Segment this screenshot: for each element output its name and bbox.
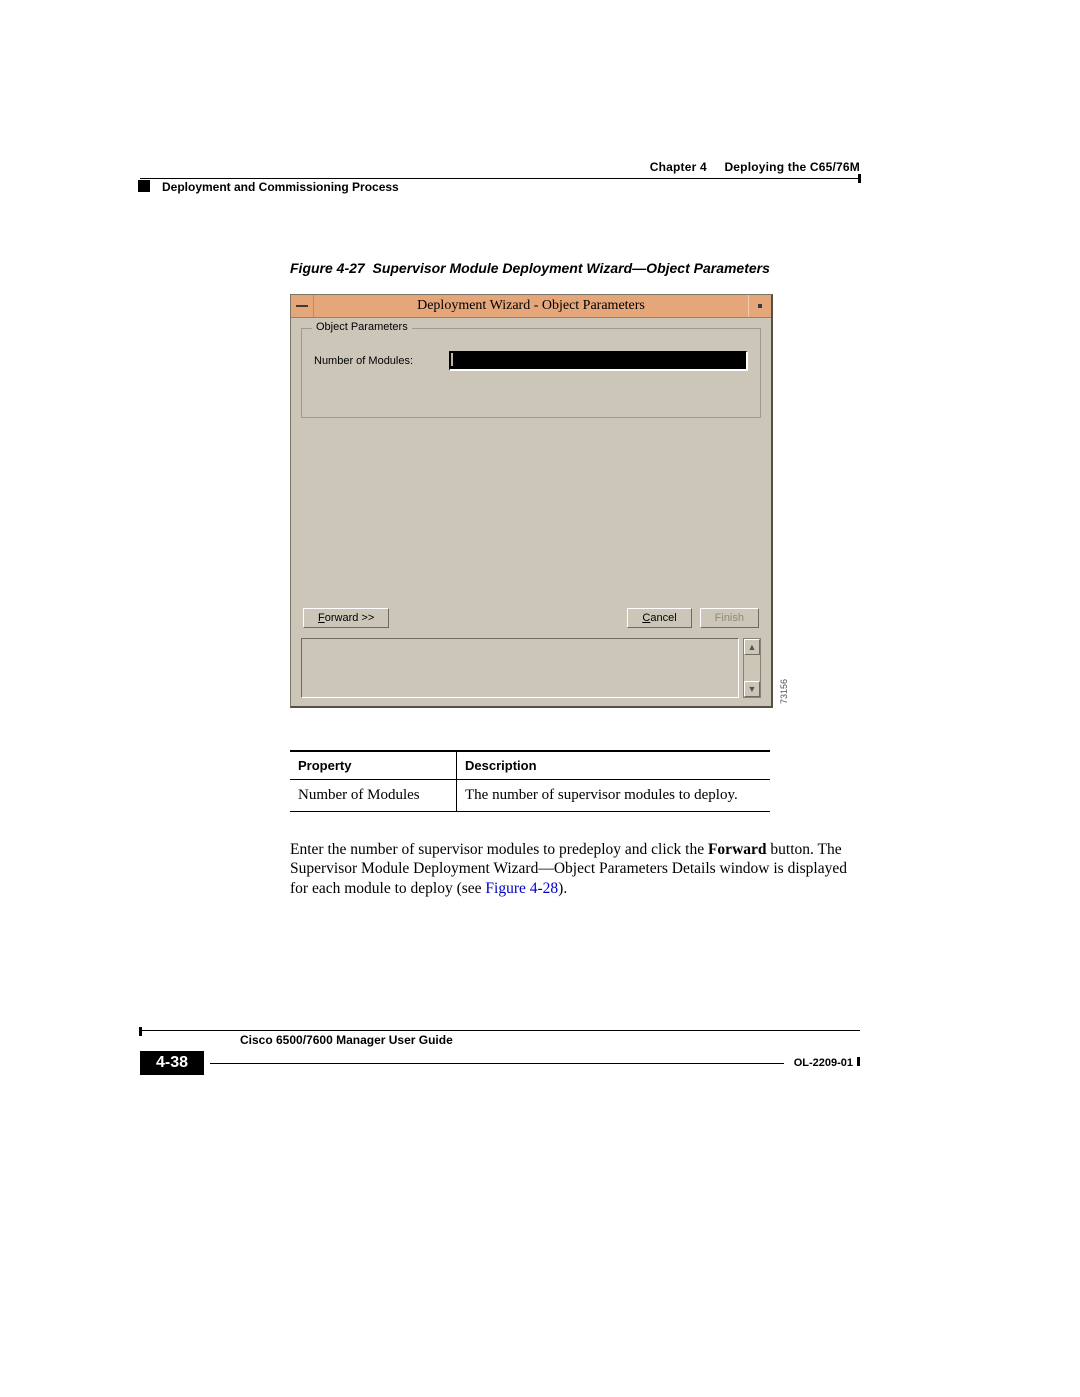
window-titlebar: Deployment Wizard - Object Parameters: [291, 295, 771, 318]
doc-id: OL-2209-01: [794, 1057, 853, 1069]
section-title: Deployment and Commissioning Process: [162, 180, 399, 194]
figure-link[interactable]: Figure 4-28: [485, 880, 558, 897]
modules-field-label: Number of Modules:: [314, 355, 449, 367]
forward-bold: Forward: [708, 841, 767, 858]
page-number-badge: 4-38: [140, 1051, 204, 1075]
figure-image-id: 73156: [779, 679, 789, 704]
header-marker-icon: [138, 180, 150, 192]
window-minimize-icon[interactable]: [748, 295, 771, 317]
object-parameters-group: Object Parameters Number of Modules:: [301, 328, 761, 418]
figure-label: Figure 4-27: [290, 260, 365, 276]
log-textarea: [301, 638, 739, 698]
figure-title: Supervisor Module Deployment Wizard—Obje…: [372, 260, 769, 276]
table-cell-description: The number of supervisor modules to depl…: [457, 780, 771, 812]
wizard-window: Deployment Wizard - Object Parameters Ob…: [290, 294, 773, 708]
scroll-up-icon[interactable]: ▲: [744, 639, 760, 655]
window-title: Deployment Wizard - Object Parameters: [314, 295, 748, 317]
window-menu-icon[interactable]: [291, 295, 314, 317]
table-header-description: Description: [457, 751, 771, 780]
table-row: Number of Modules The number of supervis…: [290, 780, 770, 812]
table-header-property: Property: [290, 751, 457, 780]
chapter-number: Chapter 4: [650, 160, 707, 174]
table-cell-property: Number of Modules: [290, 780, 457, 812]
page-footer: Cisco 6500/7600 Manager User Guide 4-38 …: [140, 1030, 860, 1075]
scroll-down-icon[interactable]: ▼: [744, 681, 760, 697]
finish-button: Finish: [700, 608, 759, 628]
cancel-button[interactable]: Cancel: [627, 608, 691, 628]
page-header: Chapter 4 Deploying the C65/76M Deployme…: [140, 160, 860, 194]
footer-guide-title: Cisco 6500/7600 Manager User Guide: [236, 1033, 453, 1047]
modules-input[interactable]: [449, 351, 748, 371]
group-legend: Object Parameters: [312, 321, 412, 333]
forward-button[interactable]: Forward >>: [303, 608, 389, 628]
figure-caption: Figure 4-27 Supervisor Module Deployment…: [290, 260, 860, 276]
property-table: Property Description Number of Modules T…: [290, 750, 770, 812]
forward-button-rest: orward >>: [325, 612, 375, 624]
chapter-title: Deploying the C65/76M: [724, 160, 860, 174]
log-scrollbar[interactable]: ▲ ▼: [743, 638, 761, 698]
body-paragraph: Enter the number of supervisor modules t…: [290, 840, 850, 898]
